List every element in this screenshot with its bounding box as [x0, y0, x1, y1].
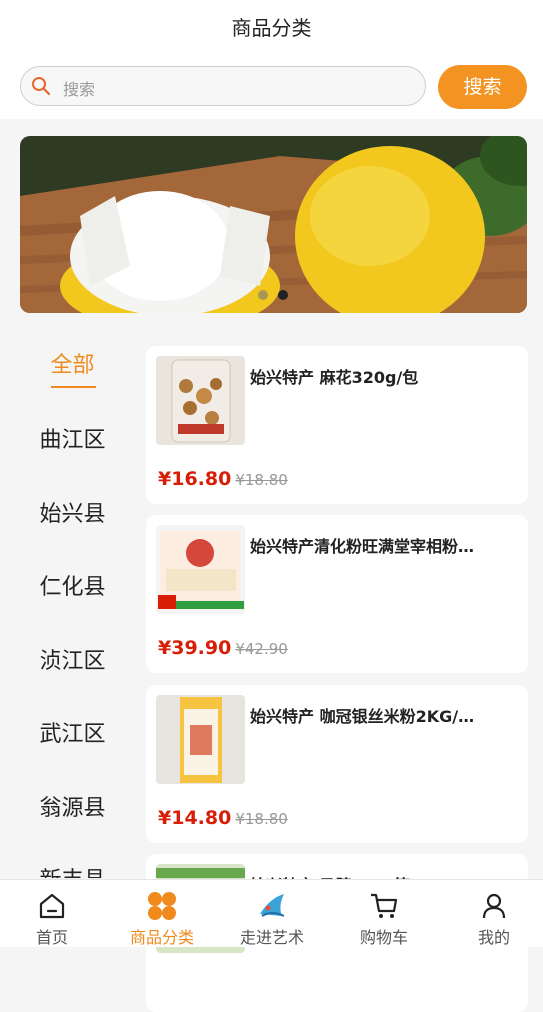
product-image: [156, 695, 245, 784]
product-old-price: ¥18.80: [235, 810, 288, 828]
tab-category[interactable]: 商品分类: [108, 880, 216, 947]
tab-label: 购物车: [359, 928, 408, 947]
product-name: 始兴特产清化粉旺满堂宰相粉…: [250, 537, 475, 556]
banner-image: [20, 136, 527, 313]
product-image: [156, 525, 245, 614]
tab-label: 商品分类: [129, 928, 194, 947]
product-name: 始兴特产 咖冠银丝米粉2KG/…: [250, 707, 475, 726]
page-title: 商品分类: [231, 16, 312, 40]
category-item[interactable]: 始兴县: [0, 496, 145, 528]
product-old-price: ¥18.80: [235, 471, 288, 489]
search-placeholder: 搜索: [63, 80, 96, 99]
search-icon: [32, 77, 51, 96]
category-item[interactable]: 曲江区: [0, 422, 145, 454]
cart-icon: [371, 893, 398, 918]
banner-carousel[interactable]: [20, 136, 527, 313]
tab-home[interactable]: 首页: [0, 880, 106, 947]
product-price: ¥16.80: [158, 468, 232, 490]
category-item[interactable]: 翁源县: [0, 790, 145, 822]
carousel-dot-active[interactable]: [278, 290, 288, 300]
category-item-all[interactable]: 全部: [0, 347, 145, 379]
product-image: [156, 356, 245, 445]
product-price: ¥39.90: [158, 637, 232, 659]
category-item[interactable]: 浈江区: [0, 643, 145, 675]
tab-cart[interactable]: 购物车: [330, 880, 438, 947]
search-input[interactable]: 搜索: [20, 66, 426, 106]
search-button[interactable]: 搜索: [438, 65, 527, 109]
product-card[interactable]: 始兴特产 麻花320g/包 ¥16.80 ¥18.80: [146, 346, 528, 504]
art-logo-icon: [260, 894, 285, 917]
bottom-tab-bar: 首页 商品分类 走进艺术 购物车 我的: [0, 879, 543, 947]
tab-art[interactable]: 走进艺术: [218, 880, 326, 947]
tab-label: 首页: [35, 928, 68, 947]
home-icon: [39, 893, 65, 919]
category-item[interactable]: 武江区: [0, 716, 145, 748]
category-item[interactable]: 仁化县: [0, 569, 145, 601]
category-sidebar: 全部 曲江区 始兴县 仁化县 浈江区 武江区 翁源县 新丰县: [0, 330, 145, 878]
tab-label: 走进艺术: [239, 928, 304, 947]
category-icon: [148, 892, 176, 920]
product-card[interactable]: 始兴特产 咖冠银丝米粉2KG/… ¥14.80 ¥18.80: [146, 685, 528, 843]
product-name: 始兴特产 麻花320g/包: [250, 368, 419, 387]
carousel-dot[interactable]: [258, 290, 268, 300]
product-price: ¥14.80: [158, 807, 232, 829]
header: 商品分类 搜索 搜索: [0, 0, 543, 119]
product-old-price: ¥42.90: [235, 640, 288, 658]
active-underline: [51, 386, 96, 388]
category-item[interactable]: 新丰县: [0, 862, 145, 878]
user-icon: [482, 893, 506, 919]
tab-mine[interactable]: 我的: [440, 880, 543, 947]
tab-label: 我的: [477, 928, 510, 947]
product-card[interactable]: 始兴特产清化粉旺满堂宰相粉… ¥39.90 ¥42.90: [146, 515, 528, 673]
